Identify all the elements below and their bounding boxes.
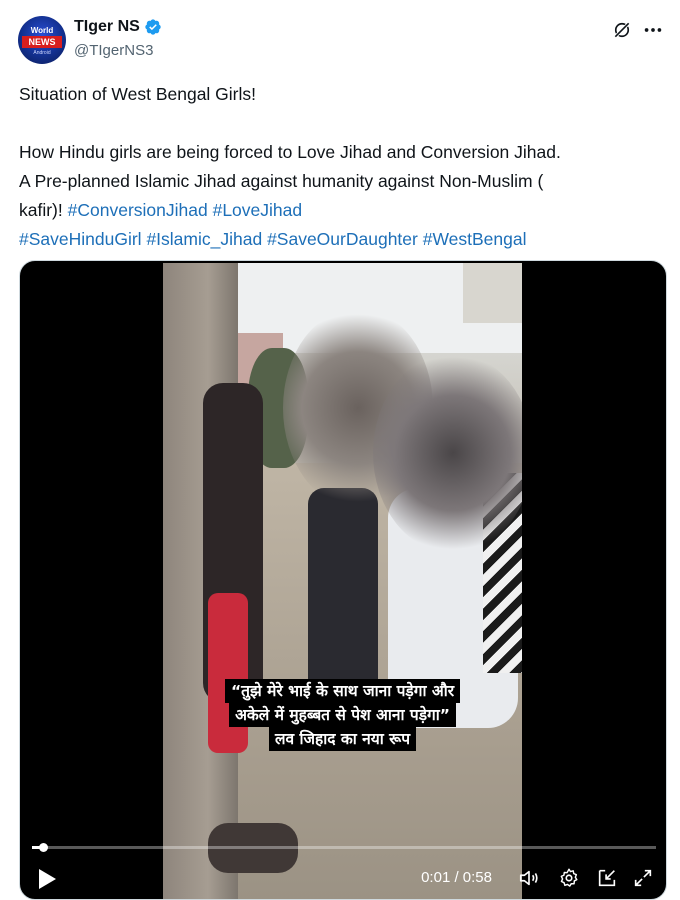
hashtag-link[interactable]: #SaveOurDaughter xyxy=(267,229,418,249)
fullscreen-icon[interactable] xyxy=(632,867,654,889)
video-frame[interactable]: “तुझे मेरे भाई के साथ जाना पड़ेगा और अके… xyxy=(163,263,522,899)
pip-icon[interactable] xyxy=(596,867,618,889)
tweet-text-line: A Pre-planned Islamic Jihad against huma… xyxy=(19,171,544,191)
author-avatar[interactable]: World NEWS Android xyxy=(18,16,66,64)
more-dots-icon[interactable] xyxy=(642,20,664,40)
video-time-display: 0:01 / 0:58 xyxy=(421,869,492,886)
settings-gear-icon[interactable] xyxy=(558,867,580,889)
caption-line: लव जिहाद का नया रूप xyxy=(268,727,417,751)
tweet-text-fragment: kafir)! xyxy=(19,200,68,220)
video-caption: “तुझे मेरे भाई के साथ जाना पड़ेगा और अके… xyxy=(163,679,522,751)
name-row: TIger NS xyxy=(74,18,162,36)
tweet-header: World NEWS Android TIger NS @TIgerNS3 xyxy=(18,16,668,66)
hashtag-row: #SaveHinduGirl #Islamic_Jihad #SaveOurDa… xyxy=(19,225,659,254)
author-display-name[interactable]: TIger NS xyxy=(74,18,140,36)
video-building xyxy=(463,263,522,323)
hashtag-link[interactable]: #WestBengal xyxy=(423,229,527,249)
caption-line: “तुझे मेरे भाई के साथ जाना पड़ेगा और xyxy=(224,679,461,703)
tweet-text-line: How Hindu girls are being forced to Love… xyxy=(19,142,561,162)
author-handle[interactable]: @TIgerNS3 xyxy=(74,42,153,59)
video-progress-knob[interactable] xyxy=(38,843,48,852)
video-controls: 0:01 / 0:58 xyxy=(20,859,666,899)
video-progress-bar[interactable] xyxy=(32,843,656,852)
video-person xyxy=(308,488,378,708)
hashtag-link[interactable]: #LoveJihad xyxy=(213,200,303,220)
hashtag-link[interactable]: #ConversionJihad xyxy=(68,200,208,220)
tweet-text-line: Situation of West Bengal Girls! xyxy=(19,84,257,104)
verified-badge-icon xyxy=(145,19,161,35)
volume-icon[interactable] xyxy=(518,867,540,889)
play-icon[interactable] xyxy=(36,867,58,891)
avatar-text-bottom: Android xyxy=(33,50,51,56)
tweet-text: Situation of West Bengal Girls! How Hind… xyxy=(19,80,659,254)
avatar-text-middle: NEWS xyxy=(22,36,62,48)
grok-icon[interactable] xyxy=(612,20,632,40)
video-player[interactable]: “तुझे मेरे भाई के साथ जाना पड़ेगा और अके… xyxy=(19,260,667,900)
tweet-text-line: kafir)! #ConversionJihad #LoveJihad xyxy=(19,196,659,225)
avatar-text-top: World xyxy=(30,26,54,35)
hashtag-link[interactable]: #SaveHinduGirl xyxy=(19,229,142,249)
caption-line: अकेले में मुहब्बत से पेश आना पड़ेगा” xyxy=(229,703,456,727)
hashtag-link[interactable]: #Islamic_Jihad xyxy=(146,229,262,249)
blurred-face xyxy=(373,353,522,553)
